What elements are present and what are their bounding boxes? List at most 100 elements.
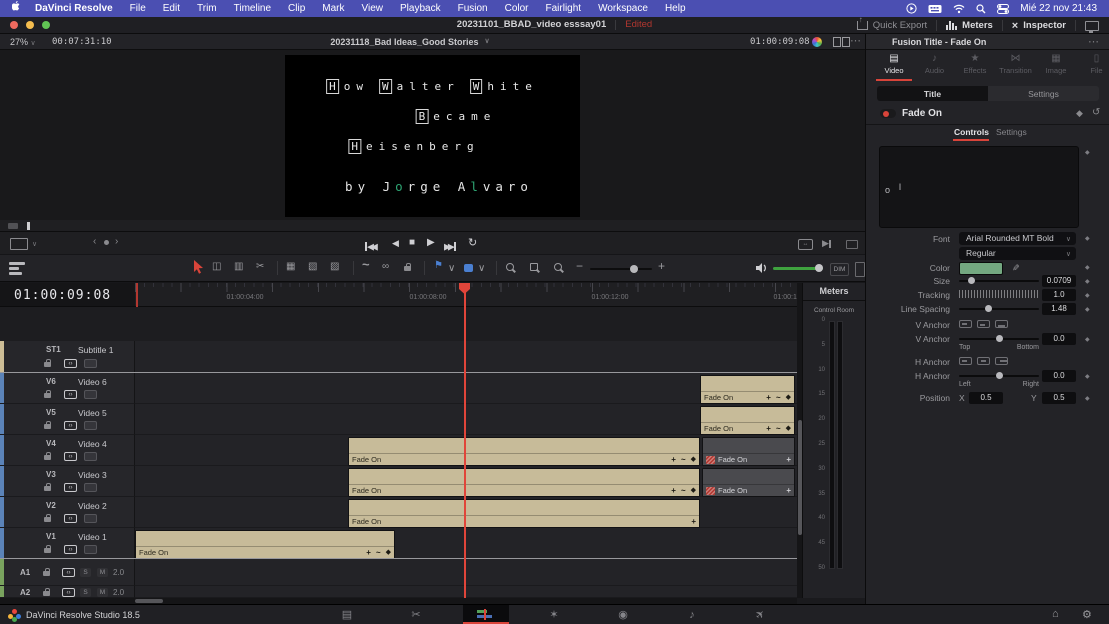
line-spacing-value[interactable]: 1.48 [1042, 303, 1076, 315]
page-tab-deliver[interactable]: ✈ [752, 608, 770, 622]
track-lock-icon[interactable] [43, 571, 50, 576]
keyframe-icon[interactable]: ◆ [691, 486, 696, 496]
curve-icon[interactable]: ~ [776, 424, 781, 434]
menu-clock[interactable]: Mié 22 nov 21:43 [1020, 3, 1097, 14]
volume-slider[interactable] [773, 267, 823, 270]
track-lock-icon[interactable] [44, 362, 51, 367]
speaker-icon[interactable] [756, 262, 768, 274]
menu-view[interactable]: View [362, 3, 384, 14]
flag-icon[interactable]: ⚑ [434, 259, 443, 273]
menu-fairlight[interactable]: Fairlight [546, 3, 582, 14]
detail-zoom-icon[interactable] [530, 263, 538, 271]
h-anchor-right-button[interactable] [995, 357, 1008, 365]
position-lock-icon[interactable] [404, 266, 411, 271]
loop-range-icon[interactable]: ↔ [798, 239, 813, 250]
jog-playhead[interactable] [27, 222, 30, 230]
menu-timeline[interactable]: Timeline [234, 3, 271, 14]
tracking-value[interactable]: 1.0 [1042, 289, 1076, 301]
keyframe-icon[interactable]: ◆ [1085, 149, 1090, 156]
menu-workspace[interactable]: Workspace [598, 3, 648, 14]
zoom-out-icon[interactable]: − [576, 259, 583, 273]
keyframe-icon[interactable]: ◆ [1085, 395, 1090, 402]
chevron-down-icon[interactable]: ∨ [32, 240, 37, 248]
next-marker-icon[interactable]: › [115, 236, 118, 247]
track-header-st1[interactable]: ST1Subtitle 1‹› [0, 341, 135, 373]
solo-button[interactable]: S [80, 568, 91, 577]
node-row-fade-on[interactable]: Fade On ◆ ↺ [866, 104, 1109, 125]
track-lane-a2[interactable] [135, 586, 797, 598]
timeline-view-options-icon[interactable] [9, 262, 25, 275]
mute-button[interactable]: M [97, 568, 108, 577]
loop-button[interactable]: ↻ [468, 236, 477, 249]
keyframe-icon[interactable]: ◆ [1085, 235, 1090, 242]
page-tab-edit[interactable] [476, 609, 494, 620]
tab-image[interactable]: ▦Image [1036, 53, 1076, 75]
slider-handle[interactable] [985, 305, 992, 312]
transform-icon[interactable]: + [671, 486, 676, 496]
clean-feed-icon[interactable] [1085, 21, 1099, 31]
screen-mirroring-icon[interactable] [906, 3, 917, 14]
tab-effects[interactable]: ★Effects [955, 53, 995, 75]
custom-zoom-icon[interactable] [506, 263, 514, 271]
keyframe-mode-icon[interactable]: ◆ [1076, 108, 1083, 119]
meter-mini-icon[interactable] [855, 262, 865, 277]
selection-tool-icon[interactable] [193, 260, 204, 279]
subtab-controls[interactable]: Controls [954, 127, 989, 137]
menu-trim[interactable]: Trim [197, 3, 217, 14]
curve-icon[interactable]: ~ [681, 455, 686, 465]
v-anchor-bottom-button[interactable] [995, 320, 1008, 328]
keyframe-icon[interactable]: ◆ [386, 548, 391, 558]
h-anchor-value[interactable]: 0.0 [1042, 370, 1076, 382]
track-header-a2[interactable]: A2‹›SM2.0 [0, 586, 135, 598]
transform-icon[interactable]: + [671, 455, 676, 465]
color-swatch[interactable] [959, 262, 1003, 275]
viewer-zoom-select[interactable]: 27% ∨ [10, 37, 36, 47]
step-back-button[interactable]: ◀ [392, 238, 399, 249]
prev-marker-icon[interactable]: ‹ [93, 236, 96, 247]
match-frame-icon[interactable] [846, 240, 858, 249]
position-x-value[interactable]: 0.5 [969, 392, 1003, 404]
keyboard-layout-icon[interactable] [928, 4, 942, 14]
track-lane-a1[interactable] [135, 559, 797, 586]
curve-icon[interactable]: ~ [376, 548, 381, 558]
node-enable-toggle[interactable] [880, 109, 896, 118]
track-autoselect-icon[interactable]: ‹› [62, 588, 75, 597]
h-anchor-slider[interactable] [959, 375, 1039, 377]
marker-icon[interactable] [464, 264, 473, 272]
tab-file[interactable]: ▯File [1077, 53, 1109, 75]
viewer-jog-bar[interactable] [0, 220, 865, 232]
track-header-v4[interactable]: V4Video 4‹› [0, 435, 135, 466]
track-header-a1[interactable]: A1‹›SM2.0 [0, 559, 135, 586]
color-grade-icon[interactable] [812, 37, 822, 47]
playhead-line[interactable] [464, 283, 466, 598]
track-lock-icon[interactable] [44, 486, 51, 491]
curve-icon[interactable]: ~ [681, 486, 686, 496]
slider-handle[interactable] [996, 372, 1003, 379]
keyframe-icon[interactable]: ◆ [1085, 264, 1090, 271]
menu-davinci-resolve[interactable]: DaVinci Resolve [35, 3, 113, 14]
size-value[interactable]: 0.0709 [1042, 275, 1076, 287]
menu-help[interactable]: Help [665, 3, 686, 14]
mute-button[interactable]: M [97, 588, 108, 597]
tab-transition[interactable]: ⋈Transition [996, 53, 1036, 75]
marker-chevron-icon[interactable]: ∨ [478, 262, 485, 276]
v-anchor-slider[interactable] [959, 338, 1039, 340]
zoom-in-icon[interactable]: + [658, 259, 665, 273]
wifi-icon[interactable] [953, 4, 965, 14]
keyframe-icon[interactable]: ◆ [1085, 292, 1090, 299]
v-anchor-top-button[interactable] [959, 320, 972, 328]
project-settings-gear-icon[interactable]: ⚙ [1082, 608, 1092, 621]
scrollbar-thumb[interactable] [135, 599, 163, 603]
track-autoselect-icon[interactable]: ‹› [64, 390, 77, 399]
slider-handle[interactable] [968, 277, 975, 284]
timeline-clip[interactable]: Fade On+ [348, 499, 700, 528]
film-track-icon[interactable] [84, 390, 97, 399]
solo-button[interactable]: S [80, 588, 91, 597]
font-style-dropdown[interactable]: Regular∨ [959, 247, 1076, 260]
menu-edit[interactable]: Edit [163, 3, 180, 14]
track-autoselect-icon[interactable]: ‹› [64, 483, 77, 492]
title-text-input[interactable]: ol [879, 146, 1079, 228]
timeline-clip[interactable]: Fade On+~◆ [700, 406, 795, 435]
subtitle-track-icon[interactable] [84, 359, 97, 368]
font-family-dropdown[interactable]: Arial Rounded MT Bold∨ [959, 232, 1076, 245]
